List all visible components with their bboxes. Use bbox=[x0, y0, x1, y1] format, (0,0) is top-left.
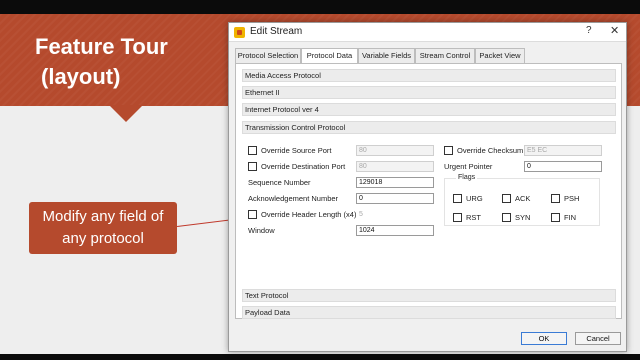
flag-urg-checkbox[interactable] bbox=[453, 194, 462, 203]
section-text-protocol[interactable]: Text Protocol bbox=[242, 289, 616, 302]
close-icon[interactable]: ✕ bbox=[610, 24, 619, 37]
flag-fin-label: FIN bbox=[564, 213, 577, 222]
flag-syn-label: SYN bbox=[515, 213, 531, 222]
sequence-number-field[interactable]: 129018 bbox=[356, 177, 434, 188]
section-tcp[interactable]: Transmission Control Protocol bbox=[242, 121, 616, 134]
flag-ack-checkbox[interactable] bbox=[502, 194, 511, 203]
app-icon bbox=[234, 27, 245, 38]
callout-box: Modify any field of any protocol bbox=[29, 202, 177, 254]
flag-urg-label: URG bbox=[466, 194, 483, 203]
tab-packet-view[interactable]: Packet View bbox=[475, 48, 525, 63]
flag-ack-label: ACK bbox=[515, 194, 531, 203]
override-dest-port-label: Override Destination Port bbox=[261, 162, 346, 171]
override-dest-port-checkbox[interactable] bbox=[248, 162, 257, 171]
flag-syn: SYN bbox=[502, 212, 542, 224]
ack-number-label: Acknowledgement Number bbox=[248, 194, 339, 203]
tab-stream-control[interactable]: Stream Control bbox=[415, 48, 475, 63]
slide-title-line1: Feature Tour bbox=[35, 34, 168, 59]
flag-psh: PSH bbox=[551, 193, 591, 205]
tcp-fields: Override Source Port 80 Override Destina… bbox=[242, 140, 616, 287]
flag-ack: ACK bbox=[502, 193, 542, 205]
sequence-number-label: Sequence Number bbox=[248, 178, 311, 187]
flag-rst-label: RST bbox=[466, 213, 481, 222]
override-checksum-checkbox[interactable] bbox=[444, 146, 453, 155]
override-source-port-checkbox[interactable] bbox=[248, 146, 257, 155]
override-header-length-checkbox[interactable] bbox=[248, 210, 257, 219]
slide-title-line2: (layout) bbox=[41, 64, 121, 89]
ack-number-field[interactable]: 0 bbox=[356, 193, 434, 204]
checksum-field[interactable]: E5 EC bbox=[524, 145, 602, 156]
flag-fin-checkbox[interactable] bbox=[551, 213, 560, 222]
flag-psh-checkbox[interactable] bbox=[551, 194, 560, 203]
bottom-letterbox bbox=[0, 354, 640, 360]
section-ipv4[interactable]: Internet Protocol ver 4 bbox=[242, 103, 616, 116]
flag-rst-checkbox[interactable] bbox=[453, 213, 462, 222]
window-label: Window bbox=[248, 226, 275, 235]
tab-protocol-selection[interactable]: Protocol Selection bbox=[235, 48, 301, 63]
cancel-button[interactable]: Cancel bbox=[575, 332, 621, 345]
override-checksum-row: Override Checksum bbox=[444, 145, 524, 157]
override-checksum-label: Override Checksum bbox=[457, 146, 524, 155]
urgent-pointer-label: Urgent Pointer bbox=[444, 162, 493, 171]
flag-rst: RST bbox=[453, 212, 493, 224]
dialog-title: Edit Stream bbox=[250, 26, 303, 37]
urgent-pointer-field[interactable]: 0 bbox=[524, 161, 602, 172]
top-letterbox bbox=[0, 0, 640, 14]
ok-button[interactable]: OK bbox=[521, 332, 567, 345]
help-icon[interactable]: ? bbox=[586, 25, 592, 36]
protocol-data-panel: Media Access Protocol Ethernet II Intern… bbox=[235, 63, 622, 319]
edit-stream-dialog: Edit Stream ? ✕ Protocol Selection Proto… bbox=[228, 22, 627, 352]
tab-variable-fields[interactable]: Variable Fields bbox=[358, 48, 415, 63]
dest-port-field[interactable]: 80 bbox=[356, 161, 434, 172]
flag-psh-label: PSH bbox=[564, 194, 580, 203]
flag-fin: FIN bbox=[551, 212, 591, 224]
section-ethernet-ii[interactable]: Ethernet II bbox=[242, 86, 616, 99]
flag-syn-checkbox[interactable] bbox=[502, 213, 511, 222]
dialog-titlebar: Edit Stream ? ✕ bbox=[229, 23, 626, 42]
override-source-port-label: Override Source Port bbox=[261, 146, 332, 155]
flags-title: Flags bbox=[456, 174, 478, 181]
source-port-field[interactable]: 80 bbox=[356, 145, 434, 156]
slide-title: Feature Tour (layout) bbox=[35, 32, 168, 92]
header-length-field[interactable]: 5 bbox=[356, 209, 434, 220]
tab-protocol-data[interactable]: Protocol Data bbox=[301, 48, 358, 64]
section-payload-data[interactable]: Payload Data bbox=[242, 306, 616, 319]
window-field[interactable]: 1024 bbox=[356, 225, 434, 236]
override-header-length-label: Override Header Length (x4) bbox=[261, 210, 357, 219]
section-media-access-protocol[interactable]: Media Access Protocol bbox=[242, 69, 616, 82]
banner-notch bbox=[109, 105, 143, 122]
flag-urg: URG bbox=[453, 193, 493, 205]
